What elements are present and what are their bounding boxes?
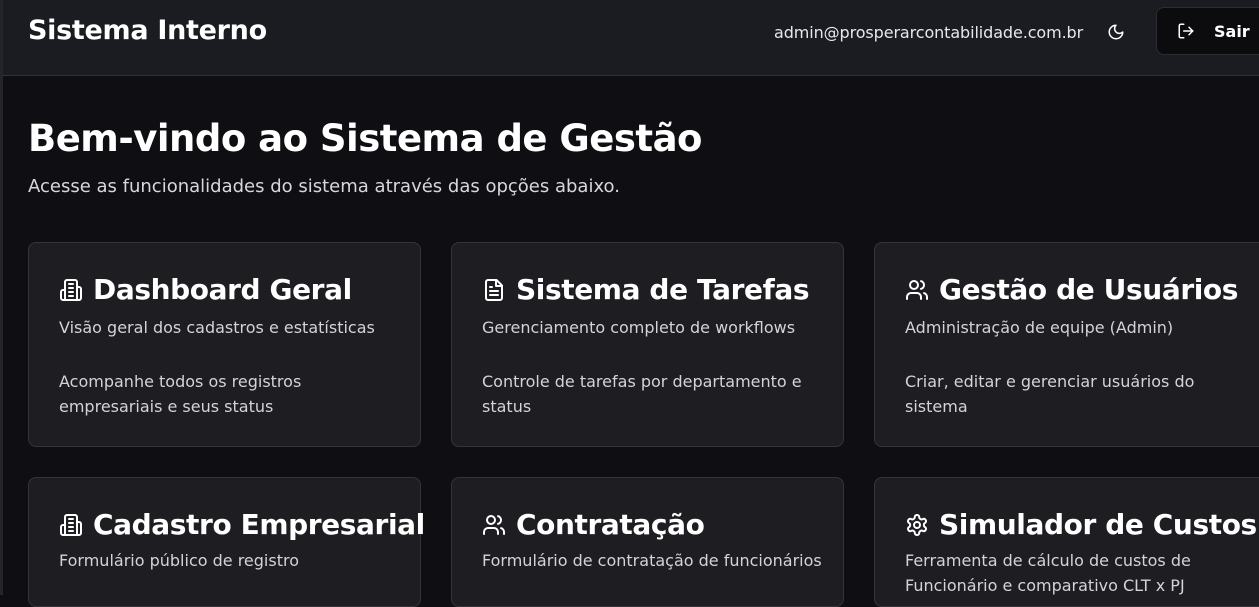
gear-icon — [905, 513, 929, 537]
logout-button[interactable]: Sair — [1156, 7, 1259, 55]
app-title: Sistema Interno — [28, 15, 267, 46]
card-header: Sistema de Tarefas — [482, 273, 810, 306]
card-subtitle: Visão geral dos cadastros e estatísticas — [59, 318, 375, 337]
card-subtitle: Administração de equipe (Admin) — [905, 318, 1174, 337]
card-dashboard-geral[interactable]: Dashboard Geral Visão geral dos cadastro… — [28, 242, 421, 447]
card-header: Simulador de Custos — [905, 508, 1257, 541]
left-edge — [0, 0, 3, 595]
card-title: Cadastro Empresarial — [93, 508, 425, 541]
theme-toggle-button[interactable] — [1100, 16, 1132, 48]
building-icon — [59, 513, 83, 537]
users-icon — [482, 513, 506, 537]
card-subtitle: Gerenciamento completo de workflows — [482, 318, 796, 337]
card-title: Sistema de Tarefas — [516, 273, 810, 306]
card-sistema-de-tarefas[interactable]: Sistema de Tarefas Gerenciamento complet… — [451, 242, 844, 447]
card-title: Dashboard Geral — [93, 273, 352, 306]
card-simulador-de-custos[interactable]: Simulador de Custos Ferramenta de cálcul… — [874, 477, 1259, 607]
logout-icon — [1177, 22, 1195, 40]
card-header: Cadastro Empresarial — [59, 508, 425, 541]
building-icon — [59, 278, 83, 302]
card-description: Acompanhe todos os registros empresariai… — [59, 372, 302, 416]
card-header: Gestão de Usuários — [905, 273, 1238, 306]
top-navigation-bar: Sistema Interno admin@prosperarcontabili… — [3, 0, 1259, 76]
card-title: Contratação — [516, 508, 705, 541]
users-icon — [905, 278, 929, 302]
moon-icon — [1107, 23, 1125, 41]
user-email: admin@prosperarcontabilidade.com.br — [774, 23, 1084, 42]
card-description: Controle de tarefas por departamento e s… — [482, 372, 802, 416]
card-title: Gestão de Usuários — [939, 273, 1239, 306]
page-title: Bem-vindo ao Sistema de Gestão — [28, 117, 702, 160]
card-subtitle: Ferramenta de cálculo de custos de Funci… — [905, 551, 1191, 595]
card-description: Criar, editar e gerenciar usuários do si… — [905, 372, 1195, 416]
card-subtitle: Formulário de contratação de funcionário… — [482, 551, 822, 570]
card-header: Contratação — [482, 508, 705, 541]
card-header: Dashboard Geral — [59, 273, 352, 306]
logout-label: Sair — [1214, 21, 1250, 41]
page-subtitle: Acesse as funcionalidades do sistema atr… — [28, 176, 620, 197]
card-title: Simulador de Custos — [939, 508, 1257, 541]
card-subtitle: Formulário público de registro — [59, 551, 299, 570]
card-gestao-de-usuarios[interactable]: Gestão de Usuários Administração de equi… — [874, 242, 1259, 447]
document-icon — [482, 278, 506, 302]
card-contratacao[interactable]: Contratação Formulário de contratação de… — [451, 477, 844, 607]
card-cadastro-empresarial[interactable]: Cadastro Empresarial Formulário público … — [28, 477, 425, 607]
